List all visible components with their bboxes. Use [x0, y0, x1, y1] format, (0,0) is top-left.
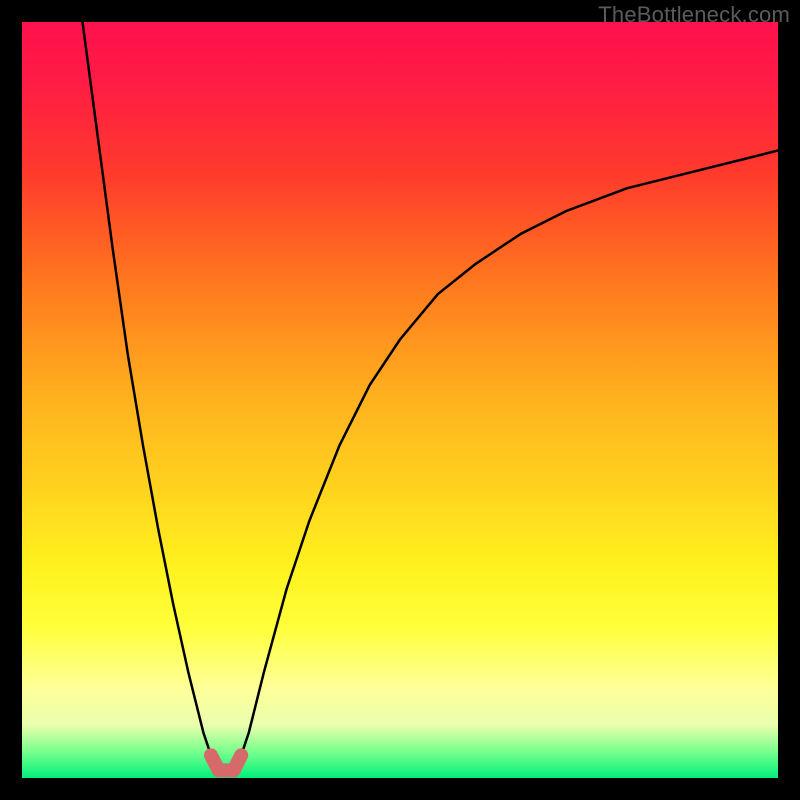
background-gradient: [22, 22, 778, 778]
chart-frame: TheBottleneck.com: [0, 0, 800, 800]
plot-area: [22, 22, 778, 778]
watermark-text: TheBottleneck.com: [598, 2, 790, 28]
